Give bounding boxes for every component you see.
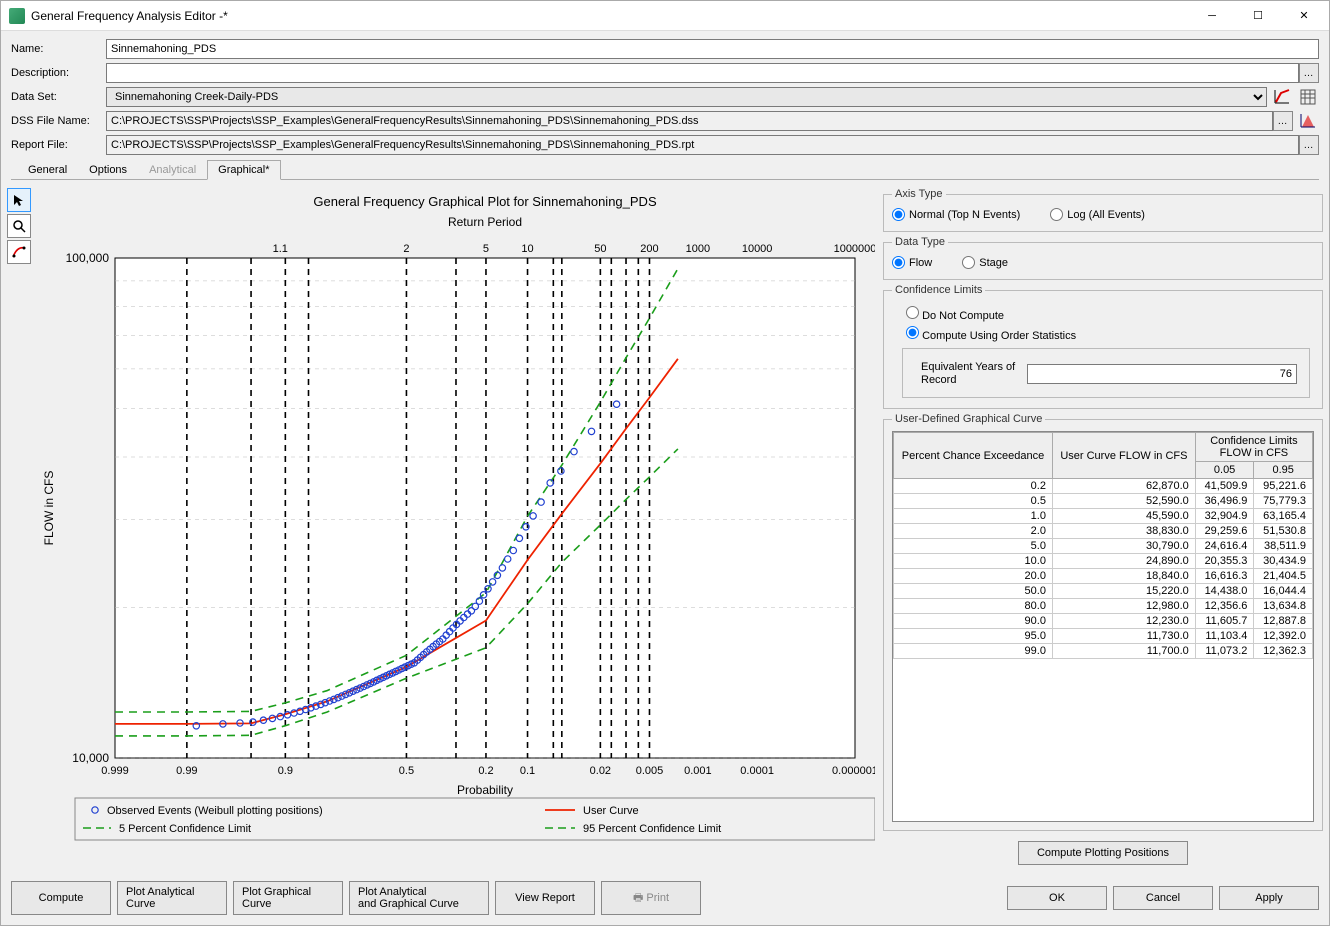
zoom-tool[interactable] <box>7 214 31 238</box>
svg-text:0.99: 0.99 <box>176 765 197 777</box>
cancel-button[interactable]: Cancel <box>1113 886 1213 910</box>
titlebar[interactable]: General Frequency Analysis Editor -* ─ ☐… <box>1 1 1329 31</box>
svg-text:Probability: Probability <box>457 783 513 797</box>
apply-button[interactable]: Apply <box>1219 886 1319 910</box>
print-button: 🖶 Print <box>601 881 701 915</box>
dss-browse-button[interactable]: … <box>1273 111 1293 131</box>
maximize-button[interactable]: ☐ <box>1235 2 1281 30</box>
svg-text:0.999: 0.999 <box>101 765 129 777</box>
table-row[interactable]: 50.015,220.014,438.016,044.4 <box>894 584 1313 599</box>
tab-general[interactable]: General <box>17 160 78 180</box>
app-icon <box>9 8 25 24</box>
tab-graphical[interactable]: Graphical* <box>207 160 280 180</box>
description-input[interactable] <box>106 63 1299 83</box>
svg-text:Return Period: Return Period <box>448 215 522 229</box>
equiv-years-label: Equivalent Years of Record <box>921 361 1021 387</box>
svg-text:User Curve: User Curve <box>583 805 639 817</box>
name-input[interactable] <box>106 39 1319 59</box>
table-row[interactable]: 1.045,590.032,904.963,165.4 <box>894 509 1313 524</box>
svg-text:0.5: 0.5 <box>399 765 414 777</box>
svg-text:1.1: 1.1 <box>273 243 288 255</box>
compute-plotting-positions-button[interactable]: Compute Plotting Positions <box>1018 841 1188 865</box>
svg-text:0.001: 0.001 <box>684 765 712 777</box>
axis-normal-radio[interactable]: Normal (Top N Events) <box>892 208 1020 221</box>
svg-text:FLOW in CFS: FLOW in CFS <box>42 471 56 546</box>
svg-text:0.1: 0.1 <box>520 765 535 777</box>
svg-text:0.0001: 0.0001 <box>740 765 774 777</box>
table-row[interactable]: 10.024,890.020,355.330,434.9 <box>894 554 1313 569</box>
table-row[interactable]: 80.012,980.012,356.613,634.8 <box>894 599 1313 614</box>
plot-both-button[interactable]: Plot Analytical and Graphical Curve <box>349 881 489 915</box>
tab-analytical: Analytical <box>138 160 207 180</box>
dss-icon[interactable] <box>1297 111 1319 131</box>
svg-text:1000000: 1000000 <box>834 243 875 255</box>
compute-button[interactable]: Compute <box>11 881 111 915</box>
svg-text:50: 50 <box>594 243 606 255</box>
svg-text:0.000001: 0.000001 <box>832 765 875 777</box>
view-report-button[interactable]: View Report <box>495 881 595 915</box>
svg-text:10000: 10000 <box>742 243 773 255</box>
equiv-years-input[interactable] <box>1027 364 1297 384</box>
curve-tool[interactable] <box>7 240 31 264</box>
flow-radio[interactable]: Flow <box>892 256 932 269</box>
close-button[interactable]: ✕ <box>1281 2 1327 30</box>
pointer-tool[interactable] <box>7 188 31 212</box>
window-title: General Frequency Analysis Editor -* <box>31 9 1189 23</box>
report-input <box>106 135 1299 155</box>
table-row[interactable]: 2.038,830.029,259.651,530.8 <box>894 524 1313 539</box>
ok-button[interactable]: OK <box>1007 886 1107 910</box>
dss-label: DSS File Name: <box>11 115 106 127</box>
svg-text:200: 200 <box>640 243 658 255</box>
compute-order-stats-radio[interactable]: Compute Using Order Statistics <box>906 330 1076 342</box>
frequency-plot[interactable]: 10,000 100,000 0.999 0.99 0.9 0.5 0.2 0.1 0.02 0.… <box>35 188 879 871</box>
description-browse-button[interactable]: … <box>1299 63 1319 83</box>
table-row[interactable]: 0.552,590.036,496.975,779.3 <box>894 494 1313 509</box>
svg-text:10,000: 10,000 <box>72 751 109 765</box>
plot-dataset-icon[interactable] <box>1271 87 1293 107</box>
svg-text:0.9: 0.9 <box>278 765 293 777</box>
dataset-label: Data Set: <box>11 91 106 103</box>
dataset-select[interactable]: Sinnemahoning Creek-Daily-PDS <box>106 87 1267 107</box>
tabulate-dataset-icon[interactable] <box>1297 87 1319 107</box>
svg-text:0.2: 0.2 <box>478 765 493 777</box>
table-row[interactable]: 99.011,700.011,073.212,362.3 <box>894 644 1313 659</box>
table-row[interactable]: 95.011,730.011,103.412,392.0 <box>894 629 1313 644</box>
report-browse-button[interactable]: … <box>1299 135 1319 155</box>
svg-text:5: 5 <box>483 243 489 255</box>
plot-analytical-button[interactable]: Plot Analytical Curve <box>117 881 227 915</box>
svg-text:100,000: 100,000 <box>66 251 110 265</box>
minimize-button[interactable]: ─ <box>1189 2 1235 30</box>
svg-text:Observed Events (Weibull plott: Observed Events (Weibull plotting positi… <box>107 805 323 817</box>
svg-text:10: 10 <box>521 243 533 255</box>
tabs: General Options Analytical Graphical* <box>11 159 1319 180</box>
table-row[interactable]: 5.030,790.024,616.438,511.9 <box>894 539 1313 554</box>
table-row[interactable]: 20.018,840.016,616.321,404.5 <box>894 569 1313 584</box>
tab-options[interactable]: Options <box>78 160 138 180</box>
table-row[interactable]: 90.012,230.011,605.712,887.8 <box>894 614 1313 629</box>
axis-log-radio[interactable]: Log (All Events) <box>1050 208 1145 221</box>
svg-text:2: 2 <box>403 243 409 255</box>
table-row[interactable]: 0.262,870.041,509.995,221.6 <box>894 479 1313 494</box>
svg-text:95 Percent Confidence Limit: 95 Percent Confidence Limit <box>583 823 721 835</box>
dss-input <box>106 111 1273 131</box>
dont-compute-radio[interactable]: Do Not Compute <box>906 310 1004 322</box>
print-icon: 🖶 <box>633 892 646 904</box>
confidence-limits-group: Confidence Limits Do Not Compute Compute… <box>883 284 1323 409</box>
user-curve-table[interactable]: Percent Chance Exceedance User Curve FLO… <box>892 431 1314 822</box>
svg-text:1000: 1000 <box>686 243 710 255</box>
svg-text:5 Percent Confidence Limit: 5 Percent Confidence Limit <box>119 823 251 835</box>
user-curve-group: User-Defined Graphical Curve Percent Cha… <box>883 413 1323 831</box>
report-label: Report File: <box>11 139 106 151</box>
svg-text:General Frequency Graphical Pl: General Frequency Graphical Plot for Sin… <box>313 194 657 209</box>
plot-graphical-button[interactable]: Plot Graphical Curve <box>233 881 343 915</box>
axis-type-group: Axis Type Normal (Top N Events) Log (All… <box>883 188 1323 232</box>
svg-text:0.02: 0.02 <box>590 765 611 777</box>
name-label: Name: <box>11 43 106 55</box>
data-type-group: Data Type Flow Stage <box>883 236 1323 280</box>
stage-radio[interactable]: Stage <box>962 256 1008 269</box>
svg-text:0.005: 0.005 <box>636 765 664 777</box>
description-label: Description: <box>11 67 106 79</box>
